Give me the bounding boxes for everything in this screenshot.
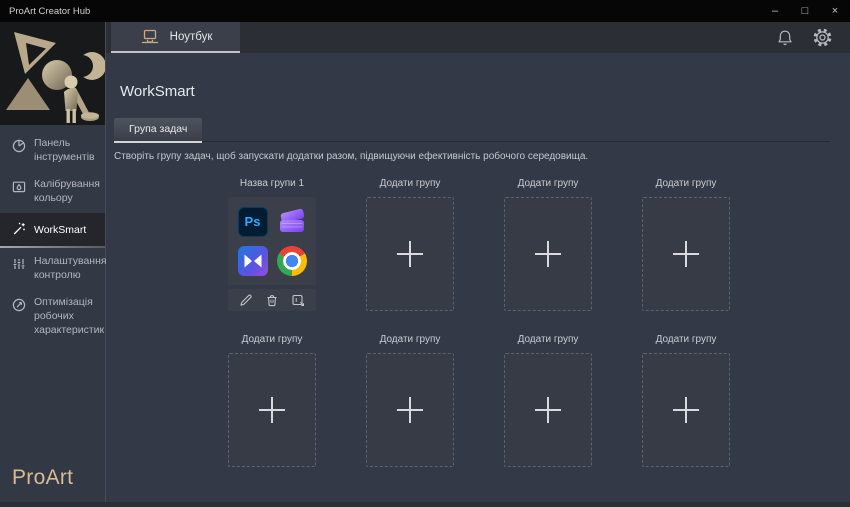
add-group-label: Додати групу bbox=[642, 178, 730, 191]
sidebar-item-label: Оптимізація робочих характеристик bbox=[34, 296, 104, 337]
add-group-card[interactable] bbox=[642, 353, 730, 467]
group-grid: Назва групи 1 Ps bbox=[228, 178, 850, 467]
add-group-card[interactable] bbox=[642, 197, 730, 311]
group-name: Назва групи 1 bbox=[228, 178, 316, 191]
magic-wand-icon bbox=[11, 221, 27, 242]
add-group-label: Додати групу bbox=[642, 334, 730, 347]
tab-task-group[interactable]: Група задач bbox=[114, 118, 202, 141]
add-group-label: Додати групу bbox=[366, 178, 454, 191]
group-cell: Додати групу bbox=[228, 334, 316, 467]
add-group-label: Додати групу bbox=[228, 334, 316, 347]
sidebar-menu: Панель інструментів Калібрування кольору bbox=[0, 125, 105, 466]
topbar-actions bbox=[775, 22, 850, 53]
page-description: Створіть групу задач, щоб запускати дода… bbox=[114, 151, 850, 162]
clipchamp-icon bbox=[277, 207, 307, 237]
gear-icon[interactable] bbox=[812, 27, 833, 48]
app-frame: Панель інструментів Калібрування кольору bbox=[0, 22, 850, 502]
launch-icon[interactable] bbox=[290, 292, 306, 308]
sidebar-item-control-settings[interactable]: Налаштування контролю bbox=[0, 248, 105, 289]
window-title: ProArt Creator Hub bbox=[0, 6, 760, 17]
device-tab-laptop[interactable]: Ноутбук bbox=[111, 22, 240, 53]
sidebar-item-worksmart[interactable]: WorkSmart bbox=[0, 213, 105, 249]
task-group-apps[interactable]: Ps bbox=[228, 197, 316, 285]
sidebar-item-label: Калібрування кольору bbox=[34, 178, 100, 205]
minimize-button[interactable]: – bbox=[760, 0, 790, 22]
add-group-label: Додати групу bbox=[504, 178, 592, 191]
main-content: Ноутбук WorkSmart bbox=[106, 22, 850, 502]
group-cell: Додати групу bbox=[366, 334, 454, 467]
dolby-icon bbox=[238, 246, 268, 276]
task-group-card: Ps bbox=[228, 197, 316, 311]
add-group-card[interactable] bbox=[228, 353, 316, 467]
sidebar-item-performance-optimization[interactable]: Оптимізація робочих характеристик bbox=[0, 289, 105, 344]
edit-icon[interactable] bbox=[238, 292, 254, 308]
group-cell: Додати групу bbox=[366, 178, 454, 311]
bell-icon[interactable] bbox=[775, 28, 795, 48]
chrome-icon bbox=[277, 246, 307, 276]
photoshop-icon: Ps bbox=[238, 207, 268, 237]
add-group-label: Додати групу bbox=[504, 334, 592, 347]
sidebar-item-dashboard[interactable]: Панель інструментів bbox=[0, 130, 105, 171]
plus-icon bbox=[259, 397, 285, 423]
sidebar-item-label: Панель інструментів bbox=[34, 137, 100, 164]
proart-artwork bbox=[0, 22, 105, 125]
group-cell: Додати групу bbox=[642, 334, 730, 467]
window-titlebar: ProArt Creator Hub – □ × bbox=[0, 0, 850, 22]
group-cell: Додати групу bbox=[642, 178, 730, 311]
add-group-card[interactable] bbox=[504, 353, 592, 467]
group-actions bbox=[228, 289, 316, 311]
sidebar-item-label: WorkSmart bbox=[34, 224, 86, 238]
plus-icon bbox=[673, 241, 699, 267]
close-button[interactable]: × bbox=[820, 0, 850, 22]
device-tab-label: Ноутбук bbox=[170, 31, 213, 43]
plus-icon bbox=[535, 397, 561, 423]
worksmart-page: WorkSmart Група задач Створіть групу зад… bbox=[106, 53, 850, 467]
sidebar-item-label: Налаштування контролю bbox=[34, 255, 107, 282]
plus-icon bbox=[535, 241, 561, 267]
dashboard-pie-icon bbox=[11, 138, 27, 159]
plus-icon bbox=[673, 397, 699, 423]
add-group-card[interactable] bbox=[366, 197, 454, 311]
tab-bar: Група задач bbox=[114, 118, 830, 142]
device-topbar: Ноутбук bbox=[106, 22, 850, 53]
page-title: WorkSmart bbox=[120, 83, 850, 100]
group-cell: Додати групу bbox=[504, 178, 592, 311]
plus-icon bbox=[397, 241, 423, 267]
performance-gauge-icon bbox=[11, 297, 27, 318]
add-group-label: Додати групу bbox=[366, 334, 454, 347]
delete-icon[interactable] bbox=[264, 292, 280, 308]
add-group-card[interactable] bbox=[504, 197, 592, 311]
sidebar: Панель інструментів Калібрування кольору bbox=[0, 22, 106, 502]
plus-icon bbox=[397, 397, 423, 423]
group-cell: Додати групу bbox=[504, 334, 592, 467]
sidebar-item-color-calibration[interactable]: Калібрування кольору bbox=[0, 171, 105, 212]
maximize-button[interactable]: □ bbox=[790, 0, 820, 22]
control-sliders-icon bbox=[11, 256, 27, 277]
laptop-icon bbox=[139, 27, 161, 47]
add-group-card[interactable] bbox=[366, 353, 454, 467]
proart-logo: ProArt bbox=[0, 466, 105, 502]
group-cell: Назва групи 1 Ps bbox=[228, 178, 316, 311]
display-calibration-icon bbox=[11, 179, 27, 200]
